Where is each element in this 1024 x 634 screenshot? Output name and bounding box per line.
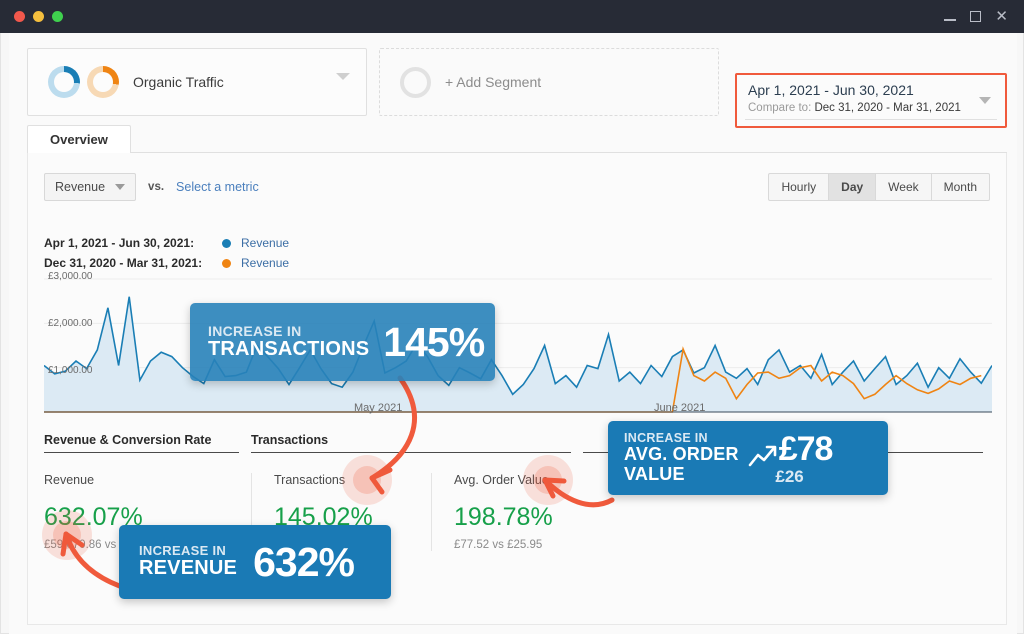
window-controls: ✕ bbox=[944, 9, 1024, 24]
minimize-icon[interactable] bbox=[944, 12, 957, 22]
metric-select-value: Revenue bbox=[55, 180, 106, 194]
tab-overview[interactable]: Overview bbox=[27, 125, 131, 153]
metric-aov-value: 198.78% bbox=[454, 503, 553, 531]
granularity-toggle: Hourly Day Week Month bbox=[768, 173, 990, 201]
legend-swatch-current bbox=[222, 238, 231, 248]
legend-name-previous: Revenue bbox=[241, 256, 290, 270]
callout-revenue-line2: REVENUE bbox=[139, 557, 238, 580]
callout-transactions-line1: INCREASE IN bbox=[208, 322, 302, 339]
close-dot-icon[interactable] bbox=[14, 11, 25, 22]
pulse-marker-revenue bbox=[42, 510, 92, 560]
pulse-marker-transactions bbox=[342, 455, 392, 505]
segment-organic-label: Organic Traffic bbox=[133, 74, 224, 90]
card-header-transactions: Transactions bbox=[251, 433, 571, 453]
close-icon[interactable]: ✕ bbox=[995, 9, 1008, 24]
pulse-marker-aov bbox=[523, 455, 573, 505]
x-axis-label-may: May 2021 bbox=[354, 402, 403, 414]
callout-avg-order-value: INCREASE IN AVG. ORDER VALUE £78 £26 bbox=[608, 421, 888, 495]
chart-legend: Apr 1, 2021 - Jun 30, 2021: Revenue Dec … bbox=[44, 233, 289, 273]
callout-transactions-line2: TRANSACTIONS bbox=[208, 337, 370, 360]
empty-ring-icon bbox=[400, 66, 431, 98]
tab-strip: Overview bbox=[27, 125, 1007, 153]
app-root: ✕ Organic Traffic + Add Segment Apr 1, 2… bbox=[0, 0, 1024, 634]
callout-aov-previous: £26 bbox=[775, 466, 804, 486]
metric-selector-row: Revenue vs. Select a metric bbox=[44, 173, 259, 201]
metric-select-dropdown[interactable]: Revenue bbox=[44, 173, 137, 201]
y-axis-label-3000: £3,000.00 bbox=[48, 271, 93, 282]
chart-canvas bbox=[43, 278, 993, 413]
date-compare-row: Compare to: Dec 31, 2020 - Mar 31, 2021 bbox=[748, 102, 961, 114]
select-a-metric-link[interactable]: Select a metric bbox=[176, 180, 259, 194]
date-range-picker[interactable]: Apr 1, 2021 - Jun 30, 2021 Compare to: D… bbox=[735, 73, 1007, 128]
chevron-down-icon[interactable] bbox=[336, 73, 350, 80]
minimize-dot-icon[interactable] bbox=[33, 11, 44, 22]
date-compare-value: Dec 31, 2020 - Mar 31, 2021 bbox=[814, 102, 961, 114]
metric-aov-sub: £77.52 vs £25.95 bbox=[454, 539, 543, 551]
legend-date-current: Apr 1, 2021 - Jun 30, 2021: bbox=[44, 236, 195, 250]
date-range-value: Apr 1, 2021 - Jun 30, 2021 bbox=[748, 82, 914, 98]
metric-revenue-title: Revenue bbox=[44, 473, 95, 487]
legend-swatch-previous bbox=[222, 258, 231, 268]
granularity-month[interactable]: Month bbox=[931, 173, 990, 201]
callout-revenue: INCREASE IN REVENUE 632% bbox=[119, 525, 391, 599]
legend-date-previous: Dec 31, 2020 - Mar 31, 2021: bbox=[44, 256, 203, 270]
callout-aov-line3: VALUE bbox=[624, 463, 685, 484]
revenue-timeseries-chart[interactable]: £3,000.00 £2,000.00 £1,000.00 May 2021 J… bbox=[43, 271, 993, 421]
callout-transactions: INCREASE IN TRANSACTIONS 145% bbox=[190, 303, 495, 381]
window-titlebar: ✕ bbox=[0, 0, 1024, 33]
chevron-down-icon[interactable] bbox=[979, 97, 991, 104]
vs-label: vs. bbox=[148, 181, 165, 193]
chevron-down-icon bbox=[115, 184, 126, 190]
add-segment-label: + Add Segment bbox=[445, 74, 542, 90]
callout-revenue-line1: INCREASE IN bbox=[139, 543, 227, 559]
legend-name-current: Revenue bbox=[241, 236, 290, 250]
callout-revenue-value: 632% bbox=[253, 538, 355, 585]
legend-item-current: Apr 1, 2021 - Jun 30, 2021: Revenue bbox=[44, 233, 289, 253]
donut-pair-icon bbox=[48, 66, 119, 98]
window-traffic-lights bbox=[0, 11, 63, 22]
granularity-hourly[interactable]: Hourly bbox=[768, 173, 830, 201]
callout-transactions-value: 145% bbox=[383, 318, 485, 365]
segment-organic-traffic[interactable]: Organic Traffic bbox=[27, 48, 367, 116]
granularity-day[interactable]: Day bbox=[829, 173, 877, 201]
maximize-dot-icon[interactable] bbox=[52, 11, 63, 22]
trend-up-arrow-icon bbox=[748, 445, 776, 466]
chart-area-current bbox=[44, 296, 992, 412]
y-axis-label-2000: £2,000.00 bbox=[48, 318, 93, 329]
divider bbox=[745, 119, 997, 120]
y-axis-label-1000: £1,000.00 bbox=[48, 365, 93, 376]
card-header-revenue-conversion: Revenue & Conversion Rate bbox=[44, 433, 239, 453]
granularity-week[interactable]: Week bbox=[876, 173, 932, 201]
date-compare-prefix: Compare to: bbox=[748, 102, 815, 114]
donut-blue-icon bbox=[48, 66, 80, 98]
legend-item-previous: Dec 31, 2020 - Mar 31, 2021: Revenue bbox=[44, 253, 289, 273]
callout-aov-value: £78 bbox=[778, 429, 834, 468]
x-axis-label-june: June 2021 bbox=[654, 402, 706, 414]
donut-orange-icon bbox=[87, 66, 119, 98]
add-segment-button[interactable]: + Add Segment bbox=[379, 48, 719, 116]
callout-aov-line2: AVG. ORDER bbox=[624, 444, 739, 465]
maximize-icon[interactable] bbox=[970, 11, 982, 22]
chart-gridlines bbox=[44, 278, 992, 369]
